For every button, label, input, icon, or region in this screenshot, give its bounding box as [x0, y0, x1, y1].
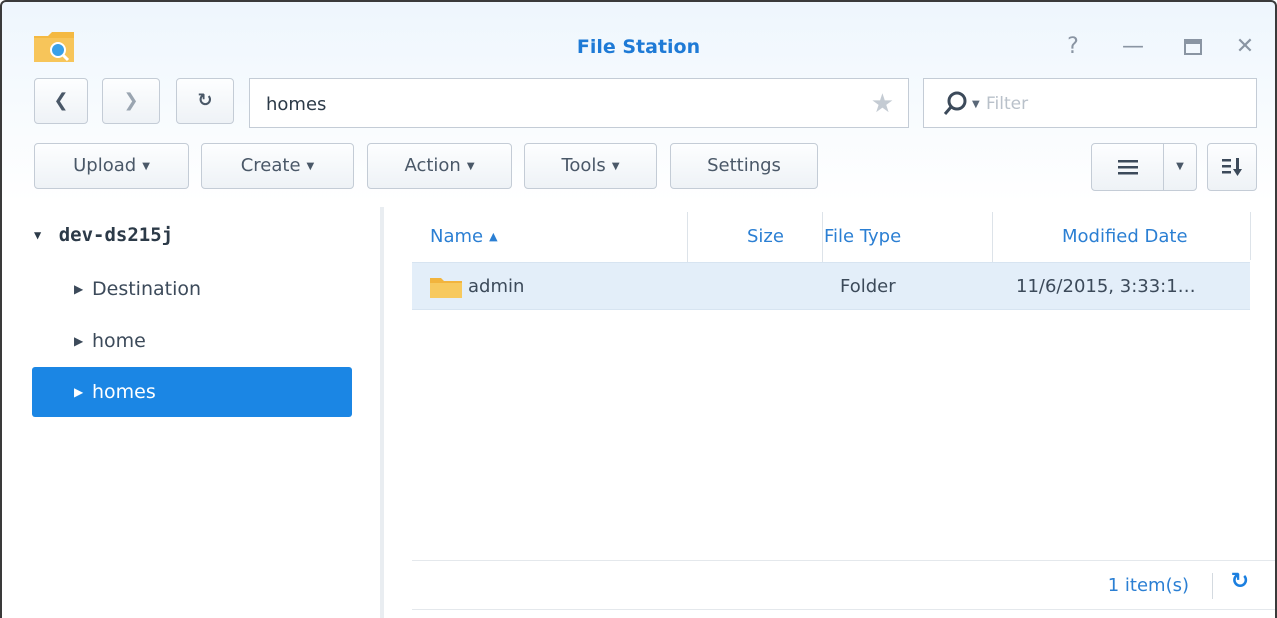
caret-down-icon: ▼: [306, 161, 315, 172]
caret-down-icon: ▼: [611, 161, 620, 172]
caret-down-icon[interactable]: ▼: [972, 99, 980, 110]
tree-item-label: Destination: [92, 278, 202, 300]
minimize-icon[interactable]: —: [1118, 32, 1148, 62]
refresh-icon: ↻: [197, 90, 213, 111]
action-button[interactable]: Action ▼: [367, 143, 512, 189]
refresh-icon[interactable]: ↻: [1231, 569, 1249, 594]
list-view-icon: [1118, 160, 1138, 175]
settings-button[interactable]: Settings: [670, 143, 818, 189]
cell-file-type: Folder: [840, 276, 896, 297]
maximize-icon[interactable]: [1178, 32, 1208, 62]
tree-item-home[interactable]: ▶ home: [32, 316, 352, 366]
filter-input[interactable]: Filter: [986, 94, 1028, 114]
filter-search-box[interactable]: ▼ Filter: [923, 78, 1257, 128]
tree-item-destination[interactable]: ▶ Destination: [32, 264, 352, 314]
upload-label: Upload: [73, 155, 137, 176]
file-station-window: File Station ? — ✕ ❮ ❯ ↻ homes ★ ▼ Filte…: [0, 0, 1277, 618]
title-bar[interactable]: File Station ? — ✕: [2, 2, 1275, 62]
search-icon[interactable]: [942, 91, 968, 117]
table-row[interactable]: admin Folder 11/6/2015, 3:33:1…: [412, 262, 1250, 310]
column-header-modified-date[interactable]: Modified Date: [1062, 212, 1188, 262]
tree-item-label: home: [92, 330, 146, 352]
sort-button[interactable]: [1207, 143, 1257, 191]
column-header-type[interactable]: File Type: [824, 212, 901, 262]
cell-modified-date: 11/6/2015, 3:33:1…: [1016, 276, 1196, 297]
create-button[interactable]: Create ▼: [201, 143, 354, 189]
caret-down-icon[interactable]: ▼: [34, 228, 41, 242]
help-icon[interactable]: ?: [1058, 32, 1088, 62]
status-divider: [1212, 573, 1213, 599]
panel-splitter[interactable]: [380, 207, 384, 618]
back-button[interactable]: ❮: [34, 78, 88, 124]
column-divider[interactable]: [822, 212, 823, 262]
create-label: Create: [240, 155, 301, 176]
settings-label: Settings: [707, 155, 781, 176]
tree-root-node[interactable]: ▼ dev-ds215j: [34, 224, 173, 246]
column-divider[interactable]: [687, 212, 688, 262]
sort-icon: [1222, 158, 1242, 176]
chevron-left-icon: ❮: [53, 90, 69, 111]
status-bar: 1 item(s) ↻: [412, 560, 1275, 610]
cell-name: admin: [468, 276, 525, 297]
tools-button[interactable]: Tools ▼: [524, 143, 657, 189]
upload-button[interactable]: Upload ▼: [34, 143, 189, 189]
forward-button[interactable]: ❯: [102, 78, 160, 124]
sort-ascending-icon: ▲: [489, 230, 498, 243]
folder-icon: [430, 278, 462, 298]
favorite-star-icon[interactable]: ★: [871, 89, 894, 119]
caret-down-icon: ▼: [1176, 161, 1184, 172]
view-mode-dropdown[interactable]: ▼: [1163, 143, 1197, 191]
address-bar[interactable]: homes ★: [249, 78, 909, 128]
file-list-header: Name ▲ Size File Type Modified Date: [412, 212, 1250, 262]
column-header-size[interactable]: Size: [747, 212, 784, 262]
tree-item-label: homes: [92, 381, 156, 403]
list-view-button[interactable]: [1091, 143, 1164, 191]
caret-right-icon[interactable]: ▶: [74, 316, 83, 366]
header-scroll-spacer: [1250, 212, 1275, 260]
close-icon[interactable]: ✕: [1230, 32, 1260, 62]
caret-down-icon: ▼: [466, 161, 475, 172]
caret-down-icon: ▼: [142, 161, 150, 172]
address-path[interactable]: homes: [266, 94, 326, 115]
column-label: Name: [430, 226, 484, 247]
item-count: 1 item(s): [1107, 575, 1189, 596]
column-header-name[interactable]: Name ▲: [430, 212, 498, 262]
caret-right-icon[interactable]: ▶: [74, 264, 83, 314]
refresh-button[interactable]: ↻: [176, 78, 234, 124]
action-label: Action: [404, 155, 461, 176]
caret-right-icon[interactable]: ▶: [74, 367, 83, 417]
tree-root-label: dev-ds215j: [58, 224, 174, 246]
column-divider[interactable]: [992, 212, 993, 262]
tree-item-homes[interactable]: ▶ homes: [32, 367, 352, 417]
tools-label: Tools: [561, 155, 606, 176]
chevron-right-icon: ❯: [123, 90, 139, 111]
